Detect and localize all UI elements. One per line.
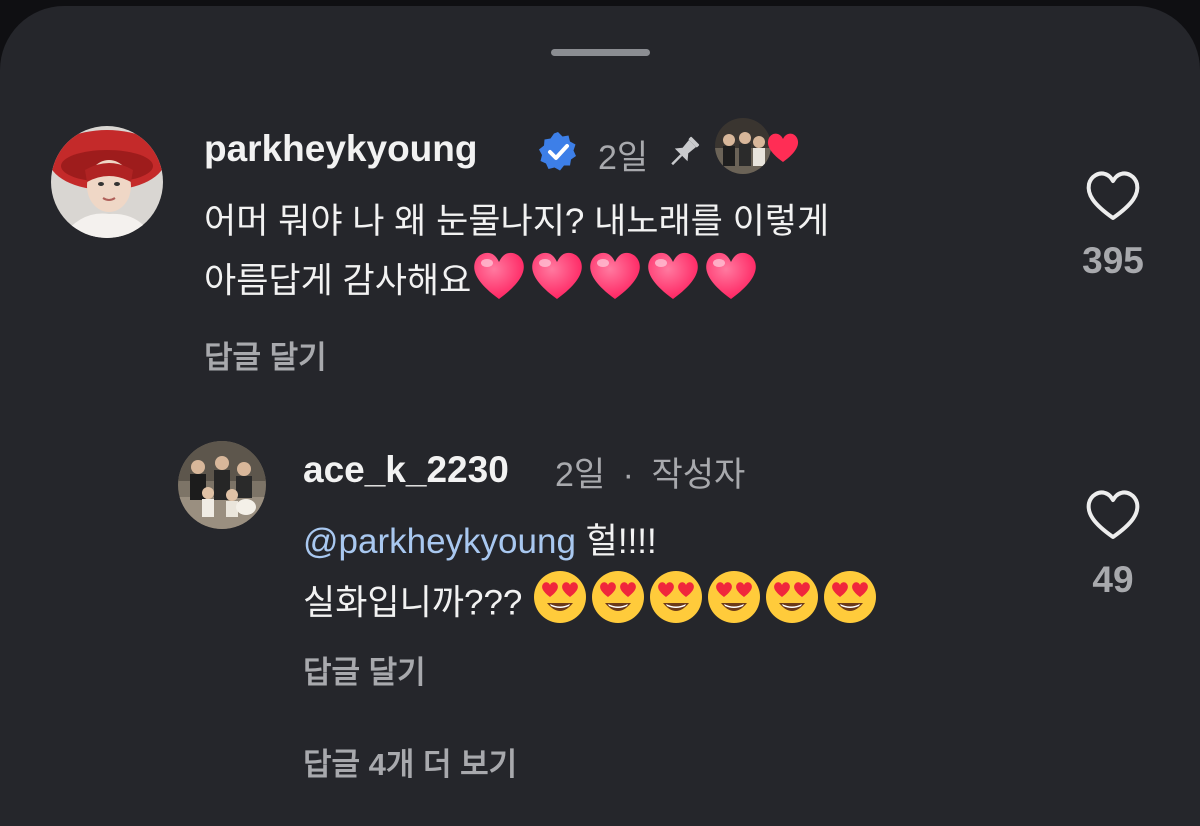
author-heart-icon: [765, 130, 801, 169]
like-count: 395: [1082, 240, 1144, 281]
reply-text-line1-suffix: 헐!!!!: [575, 522, 657, 561]
comment-username[interactable]: parkheykyoung: [204, 128, 477, 170]
reply-text: @parkheykyoung 헐!!!! 실화입니까???: [303, 514, 880, 641]
reply-time: 2일: [555, 456, 606, 494]
heart-eyes-emoji-group: [532, 571, 880, 623]
reply-text-line1: @parkheykyoung 헐!!!!: [303, 514, 880, 569]
comment-text-line1: 어머 뭐야 나 왜 눈물나지? 내노래를 이렇게: [204, 202, 830, 241]
comment-time: 2일: [598, 139, 649, 177]
comments-sheet: parkheykyoung 2일 어머 뭐야 나 왜 눈물나지? 내노래를 이렇…: [0, 6, 1200, 826]
author-badge: 작성자: [651, 456, 746, 494]
heart-eyes-emoji: [590, 569, 646, 641]
heart-eyes-emoji: [532, 569, 588, 641]
meta-separator: ·: [622, 456, 634, 494]
comment-text-line2-text: 아름답게 감사해요: [204, 261, 472, 301]
reply-button[interactable]: 답글 달기: [303, 647, 426, 692]
author-avatar-small: [715, 118, 771, 174]
sheet-drag-handle[interactable]: [551, 49, 650, 56]
reply-meta: 2일 · 작성자: [555, 447, 745, 496]
heart-emoji: [645, 249, 701, 317]
pin-icon: [664, 132, 704, 177]
reply-button[interactable]: 답글 달기: [204, 332, 327, 377]
like-heart-icon[interactable]: [1083, 487, 1143, 543]
verified-badge-icon: [536, 130, 580, 179]
avatar-ace_k_2230[interactable]: [178, 441, 266, 529]
comment-text-line2: 아름답게 감사해요: [204, 249, 829, 317]
avatar-image: [51, 126, 163, 238]
comment-text: 어머 뭐야 나 왜 눈물나지? 내노래를 이렇게 아름답게 감사해요: [204, 194, 829, 317]
heart-eyes-emoji: [822, 569, 878, 641]
heart-emoji: [471, 249, 527, 317]
heart-emoji: [529, 249, 585, 317]
liked-by-author-indicator: [715, 118, 805, 176]
reply-text-line2-text: 실화입니까???: [303, 583, 533, 623]
like-count: 49: [1092, 559, 1134, 600]
view-more-replies-button[interactable]: 답글 4개 더 보기: [303, 739, 517, 784]
mention-link[interactable]: @parkheykyoung: [303, 522, 576, 561]
avatar-parkheykyoung[interactable]: [51, 126, 163, 238]
avatar-image: [178, 441, 266, 529]
like-heart-icon[interactable]: [1083, 168, 1143, 224]
heart-emoji: [587, 249, 643, 317]
heart-eyes-emoji: [764, 569, 820, 641]
heart-emoji: [703, 249, 759, 317]
heart-eyes-emoji: [648, 569, 704, 641]
heart-emoji-group: [471, 252, 761, 300]
reply-text-line2: 실화입니까???: [303, 569, 880, 641]
reply-username[interactable]: ace_k_2230: [303, 449, 509, 491]
heart-eyes-emoji: [706, 569, 762, 641]
